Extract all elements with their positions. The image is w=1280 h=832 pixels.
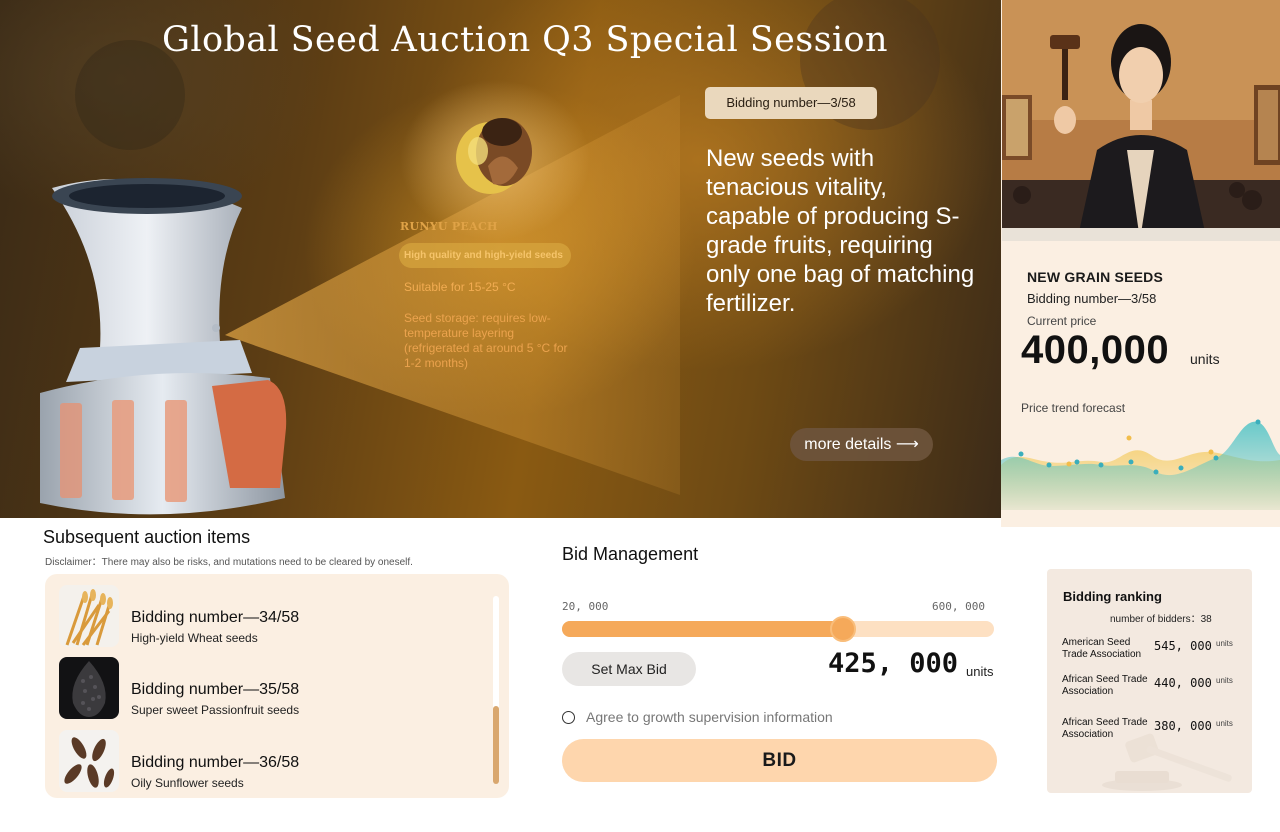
seed-name: RUNYU PEACH bbox=[400, 220, 498, 233]
auction-page: Global Seed Auction Q3 Special Session R… bbox=[0, 0, 1280, 832]
list-scrollbar-thumb[interactable] bbox=[493, 706, 499, 784]
agree-label[interactable]: Agree to growth supervision information bbox=[586, 709, 833, 725]
passionfruit-seed-icon bbox=[59, 657, 119, 719]
peach-seed-image bbox=[456, 118, 532, 194]
bid-slider-fill bbox=[562, 621, 843, 637]
bid-management-title: Bid Management bbox=[562, 544, 699, 564]
ranking-title: Bidding ranking bbox=[1063, 589, 1162, 604]
slider-max-label: 600, 000 bbox=[932, 600, 985, 613]
sunflower-seed-icon bbox=[59, 730, 119, 792]
ranking-row: African Seed Trade Association 380, 000 … bbox=[1047, 717, 1252, 747]
item-name: Oily Sunflower seeds bbox=[131, 776, 244, 790]
seed-description: New seeds with tenacious vitality, capab… bbox=[706, 145, 975, 317]
bid-slider-knob[interactable] bbox=[829, 616, 856, 642]
slider-min-label: 20, 000 bbox=[562, 600, 609, 613]
subsequent-items-title: Subsequent auction items bbox=[43, 527, 251, 547]
agree-radio[interactable] bbox=[562, 711, 575, 724]
bidder-name: American Seed Trade Association bbox=[1062, 637, 1142, 660]
list-item[interactable]: Bidding number—36/58 Oily Sunflower seed… bbox=[59, 730, 479, 794]
item-bidding-number: Bidding number—36/58 bbox=[131, 754, 300, 771]
price-trend-chart bbox=[1001, 419, 1280, 510]
ranking-row: American Seed Trade Association 545, 000… bbox=[1047, 637, 1252, 667]
bidder-name: African Seed Trade Association bbox=[1062, 674, 1148, 697]
bid-amount: 440, 000 bbox=[1154, 676, 1212, 690]
current-price-label: Current price bbox=[1027, 314, 1097, 328]
seed-quality-tag: High quality and high-yield seeds bbox=[399, 243, 571, 268]
bid-amount: 545, 000 bbox=[1154, 639, 1212, 653]
subsequent-items-list: Bidding number—34/58 High-yield Wheat se… bbox=[45, 574, 509, 798]
item-name: High-yield Wheat seeds bbox=[131, 631, 258, 645]
hero-banner: Global Seed Auction Q3 Special Session R… bbox=[0, 0, 1001, 518]
bid-amount-unit: units bbox=[966, 664, 994, 679]
bid-unit: units bbox=[1216, 676, 1233, 685]
lot-category-heading: NEW GRAIN SEEDS bbox=[1027, 269, 1164, 285]
current-price-unit: units bbox=[1190, 351, 1220, 367]
bid-unit: units bbox=[1216, 719, 1233, 728]
auctioneer-photo bbox=[1002, 0, 1280, 241]
bid-amount: 380, 000 bbox=[1154, 719, 1212, 733]
bid-amount-slider[interactable] bbox=[562, 616, 994, 642]
seed-storage-info: Seed storage: requires low-temperature l… bbox=[404, 311, 568, 370]
current-price-value: 400,000 bbox=[1021, 328, 1170, 372]
list-scrollbar[interactable] bbox=[493, 596, 499, 784]
page-title: Global Seed Auction Q3 Special Session bbox=[162, 20, 888, 60]
lot-bidding-number: Bidding number—3/58 bbox=[1027, 291, 1157, 306]
wheat-icon bbox=[59, 585, 119, 647]
seed-temperature: Suitable for 15-25 °C bbox=[404, 280, 516, 294]
bidder-name: African Seed Trade Association bbox=[1062, 717, 1148, 740]
set-max-bid-button[interactable]: Set Max Bid bbox=[562, 652, 696, 686]
item-bidding-number: Bidding number—34/58 bbox=[131, 609, 300, 626]
list-item[interactable]: Bidding number—34/58 High-yield Wheat se… bbox=[59, 585, 479, 649]
bid-button[interactable]: BID bbox=[562, 739, 997, 782]
bidding-number-chip: Bidding number—3/58 bbox=[705, 87, 877, 119]
seed-projector-device bbox=[40, 178, 287, 515]
bid-unit: units bbox=[1216, 639, 1233, 648]
current-lot-panel: NEW GRAIN SEEDS Bidding number—3/58 Curr… bbox=[1001, 0, 1280, 527]
item-name: Super sweet Passionfruit seeds bbox=[131, 703, 300, 717]
ranking-row: African Seed Trade Association 440, 000 … bbox=[1047, 674, 1252, 704]
list-item[interactable]: Bidding number—35/58 Super sweet Passion… bbox=[59, 657, 479, 721]
bid-amount-value: 425, 000 bbox=[828, 648, 959, 679]
disclaimer-text: Disclaimer：There may also be risks, and … bbox=[45, 557, 413, 568]
bidding-ranking-card: Bidding ranking number of bidders：38 Ame… bbox=[1047, 569, 1252, 793]
item-bidding-number: Bidding number—35/58 bbox=[131, 681, 300, 698]
bidder-count: number of bidders：38 bbox=[1110, 614, 1212, 625]
more-details-button[interactable]: more details ⟶ bbox=[790, 428, 933, 461]
